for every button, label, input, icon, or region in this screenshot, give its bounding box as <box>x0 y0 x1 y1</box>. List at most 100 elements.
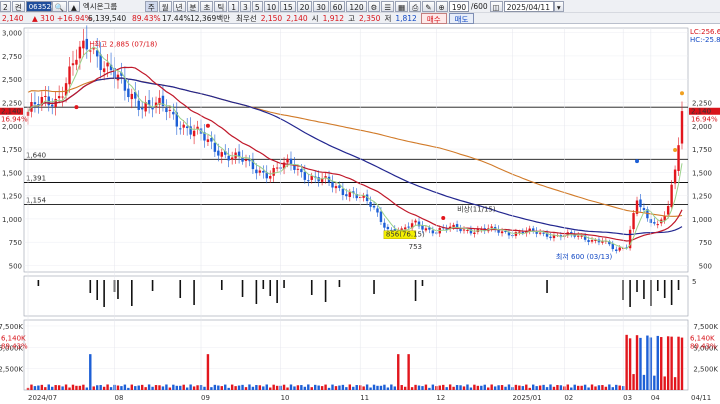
interval-1[interactable]: 1 <box>228 0 240 12</box>
lock-icon[interactable]: ◫ <box>489 0 503 12</box>
candle-body <box>587 240 590 242</box>
volume-bar <box>386 387 390 390</box>
volume-bar <box>393 386 396 390</box>
interval-3[interactable]: 3 <box>240 0 251 12</box>
right-price-label: 2,140 <box>691 108 711 116</box>
sell-button[interactable]: 매도 <box>448 13 475 24</box>
candle-body <box>518 231 521 233</box>
volume-bar <box>89 354 92 390</box>
interval-20[interactable]: 20 <box>296 0 313 12</box>
signal-bar <box>262 280 265 289</box>
chart-canvas[interactable]: 3,000 2,750 2,500 2,250 2,000 1,750 1,500 1,250… <box>0 24 720 404</box>
candle-body <box>71 63 75 66</box>
volume-bar <box>490 384 493 390</box>
interval-60[interactable]: 60 <box>329 0 346 12</box>
signal-marker <box>635 159 640 164</box>
volume-bar <box>206 354 210 390</box>
signal-bar <box>670 280 673 305</box>
volume-bar <box>618 385 621 390</box>
volume-bar <box>417 385 421 390</box>
search-icon[interactable]: 🔍 <box>51 0 68 12</box>
signal-bar <box>179 280 182 298</box>
tab-week[interactable]: 주 <box>144 0 158 12</box>
candle-body <box>51 104 54 107</box>
tab-tick[interactable]: 틱 <box>214 0 228 12</box>
volume-bar <box>196 385 199 390</box>
signal-bar <box>255 280 258 304</box>
volume-bar <box>601 385 604 390</box>
volume-bar <box>656 335 659 390</box>
volume-bar <box>583 384 587 390</box>
signal-axis-label: 5 <box>692 278 696 286</box>
volume-bar <box>92 386 95 390</box>
volume-bar <box>40 384 44 390</box>
volume-bar <box>379 385 383 390</box>
mode-button[interactable]: 켠 <box>11 0 25 12</box>
volume-bar <box>334 386 338 390</box>
volume-bar <box>123 384 127 390</box>
candle-body <box>383 222 386 228</box>
candle-body <box>459 228 462 232</box>
candle-body <box>580 235 583 237</box>
date-input[interactable]: 2025/04/11 <box>503 0 554 12</box>
price-axis-label: 1,500 <box>2 169 22 177</box>
signal-marker <box>205 123 210 128</box>
candle-body <box>680 111 684 144</box>
volume-bar <box>455 385 459 390</box>
stock-chart[interactable]: 3,000 2,750 2,500 2,250 2,000 1,750 1,500 1,250… <box>0 24 720 404</box>
volume-bar <box>78 385 82 390</box>
price-axis-right-label: 500 <box>699 262 712 270</box>
volume-bar <box>33 386 37 390</box>
interval-15[interactable]: 15 <box>280 0 296 12</box>
signal-marker <box>441 215 446 220</box>
print-icon[interactable]: ⎙ <box>409 0 422 12</box>
interval-120[interactable]: 120 <box>346 0 367 12</box>
grid-icon[interactable]: ▦ <box>395 0 409 12</box>
count-input[interactable]: 190 <box>448 0 469 12</box>
tab-minute[interactable]: 분 <box>186 0 200 12</box>
buy-button[interactable]: 매수 <box>420 13 447 24</box>
tab-year[interactable]: 년 <box>172 0 186 12</box>
interval-5[interactable]: 5 <box>251 0 263 12</box>
mid-box-label: 856(76.15) <box>386 231 425 239</box>
tab-second[interactable]: 초 <box>200 0 214 12</box>
menu-button[interactable]: 2 <box>0 0 11 12</box>
volume-bar <box>189 384 192 390</box>
volume-bar <box>82 384 85 390</box>
volume-bar <box>611 387 614 390</box>
low-label: 저 <box>384 14 392 23</box>
signal-panel <box>23 275 689 317</box>
volume-bar <box>369 387 372 390</box>
volume-bar <box>604 386 608 390</box>
candle-body <box>286 158 289 163</box>
calendar-icon[interactable]: ▾ <box>553 0 564 12</box>
up-icon[interactable]: ▲ <box>68 0 80 12</box>
zoom-icon[interactable]: ⊕ <box>435 0 448 12</box>
signal-bar <box>324 280 327 302</box>
volume-bar <box>552 386 556 390</box>
volume-bar <box>275 385 279 390</box>
tool-icon[interactable]: ✎ <box>422 0 435 12</box>
interval-30[interactable]: 30 <box>313 0 329 12</box>
volume-bar <box>469 387 473 390</box>
volume-bar <box>289 384 293 390</box>
volume-bar <box>556 385 559 390</box>
toolbar-row-1: 2 켠 063520 🔍 ▲ 엑시온그룹 주 월 년 분 초 틱 1 3 5 1… <box>0 0 720 12</box>
reference-line-label: 1,391 <box>26 175 46 183</box>
open-label: 시 <box>311 14 319 23</box>
signal-bar <box>269 280 272 296</box>
volume-bar <box>227 387 230 390</box>
candle-body <box>310 175 313 180</box>
stock-code-input[interactable]: 063520 <box>25 0 55 12</box>
list-icon[interactable]: ☰ <box>381 0 395 12</box>
signal-bar <box>89 280 92 293</box>
tab-month[interactable]: 월 <box>158 0 172 12</box>
volume-bar <box>175 385 178 390</box>
signal-bar <box>151 280 154 291</box>
volume-bar <box>251 386 255 390</box>
signal-bar <box>421 280 424 286</box>
candle-body <box>44 95 47 97</box>
settings-icon[interactable]: ⚙ <box>367 0 381 12</box>
volume-bar <box>51 386 54 390</box>
interval-10[interactable]: 10 <box>263 0 280 12</box>
